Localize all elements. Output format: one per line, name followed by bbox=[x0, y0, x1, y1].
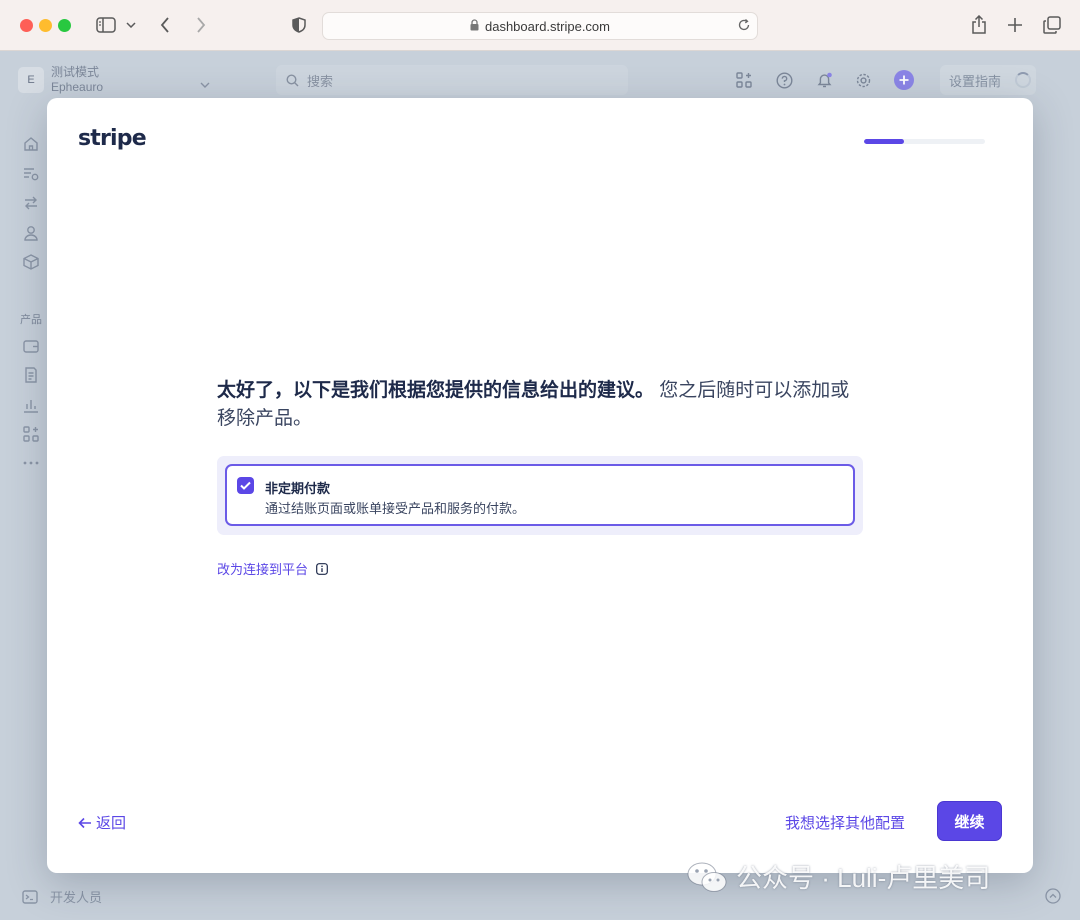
products-section-label: 产品 bbox=[20, 314, 42, 326]
dashboard-search[interactable]: 搜索 bbox=[276, 65, 628, 95]
create-plus-icon[interactable] bbox=[894, 70, 914, 90]
url-text: dashboard.stripe.com bbox=[484, 18, 610, 34]
reload-icon[interactable] bbox=[737, 18, 751, 35]
onboarding-modal: stripe 太好了，以下是我们根据您提供的信息给出的建议。 您之后随时可以添加… bbox=[47, 98, 1033, 873]
account-name: Epheauro bbox=[51, 80, 104, 94]
search-placeholder: 搜索 bbox=[307, 73, 334, 89]
continue-button[interactable]: 继续 bbox=[937, 801, 1002, 841]
wallet-icon[interactable] bbox=[22, 337, 40, 355]
account-mode-label: 测试模式 bbox=[51, 65, 100, 79]
recommendation-heading: 太好了，以下是我们根据您提供的信息给出的建议。 您之后随时可以添加或移除产品。 bbox=[217, 377, 857, 433]
forward-nav-icon[interactable] bbox=[192, 12, 210, 38]
watermark: 公众号 · Luli-卢里美司 bbox=[686, 858, 990, 895]
stripe-logo: stripe bbox=[78, 126, 147, 151]
apps-icon[interactable] bbox=[734, 70, 754, 90]
account-switcher[interactable]: E 测试模式 Epheauro bbox=[18, 65, 103, 95]
back-button[interactable]: 返回 bbox=[78, 812, 126, 833]
terminal-icon bbox=[22, 889, 38, 904]
sidebar-toggle-icon[interactable] bbox=[95, 12, 117, 38]
arrow-left-icon bbox=[78, 817, 91, 828]
chevron-down-icon[interactable] bbox=[200, 75, 210, 93]
back-nav-icon[interactable] bbox=[156, 12, 174, 38]
product-catalog-icon[interactable] bbox=[22, 253, 40, 271]
setup-guide-button[interactable]: 设置指南 bbox=[940, 65, 1036, 95]
recommended-option-container: 非定期付款 通过结账页面或账单接受产品和服务的付款。 bbox=[217, 456, 863, 535]
setup-guide-label: 设置指南 bbox=[949, 73, 1002, 89]
info-icon[interactable] bbox=[316, 562, 328, 575]
onboarding-progress-bar bbox=[864, 139, 985, 144]
chevron-down-icon[interactable] bbox=[124, 12, 138, 38]
new-tab-icon[interactable] bbox=[1005, 12, 1025, 38]
checkmark-icon bbox=[240, 481, 251, 490]
zoom-window-button[interactable] bbox=[58, 19, 71, 32]
customers-icon[interactable] bbox=[22, 224, 40, 242]
more-apps-icon[interactable] bbox=[22, 425, 40, 443]
progress-ring-icon bbox=[1015, 72, 1031, 88]
minimize-window-button[interactable] bbox=[39, 19, 52, 32]
connect-platform-label: 改为连接到平台 bbox=[217, 562, 309, 577]
close-window-button[interactable] bbox=[20, 19, 33, 32]
back-label: 返回 bbox=[96, 815, 127, 832]
home-icon[interactable] bbox=[22, 135, 40, 153]
chevron-up-icon[interactable] bbox=[1044, 887, 1062, 905]
share-icon[interactable] bbox=[968, 12, 990, 38]
invoice-icon[interactable] bbox=[22, 366, 40, 384]
developers-label: 开发人员 bbox=[50, 890, 103, 905]
notification-bell-icon[interactable] bbox=[814, 70, 834, 90]
account-avatar: E bbox=[18, 67, 44, 93]
heading-bold-text: 太好了，以下是我们根据您提供的信息给出的建议。 bbox=[217, 380, 655, 401]
option-description: 通过结账页面或账单接受产品和服务的付款。 bbox=[265, 501, 526, 516]
privacy-shield-icon[interactable] bbox=[289, 12, 309, 38]
address-bar[interactable]: dashboard.stripe.com bbox=[322, 12, 758, 40]
option-checkbox[interactable] bbox=[237, 477, 254, 494]
choose-other-config-button[interactable]: 我想选择其他配置 bbox=[785, 812, 905, 833]
browser-toolbar: dashboard.stripe.com bbox=[0, 0, 1080, 51]
wechat-icon bbox=[687, 862, 727, 892]
settings-gear-icon[interactable] bbox=[853, 70, 873, 90]
progress-fill bbox=[864, 139, 904, 144]
developers-link[interactable]: 开发人员 bbox=[22, 887, 102, 906]
reports-chart-icon[interactable] bbox=[22, 396, 40, 414]
transactions-icon[interactable] bbox=[22, 194, 40, 212]
more-options-icon[interactable] bbox=[22, 454, 40, 472]
balances-icon[interactable] bbox=[22, 165, 40, 183]
watermark-text: 公众号 · Luli-卢里美司 bbox=[736, 863, 991, 893]
tab-overview-icon[interactable] bbox=[1041, 12, 1063, 38]
connect-platform-link[interactable]: 改为连接到平台 bbox=[217, 559, 328, 578]
option-card-one-time-payments[interactable]: 非定期付款 通过结账页面或账单接受产品和服务的付款。 bbox=[225, 464, 855, 526]
option-title: 非定期付款 bbox=[265, 481, 331, 496]
help-icon[interactable] bbox=[774, 70, 794, 90]
search-icon bbox=[286, 73, 299, 86]
lock-icon bbox=[470, 18, 479, 34]
